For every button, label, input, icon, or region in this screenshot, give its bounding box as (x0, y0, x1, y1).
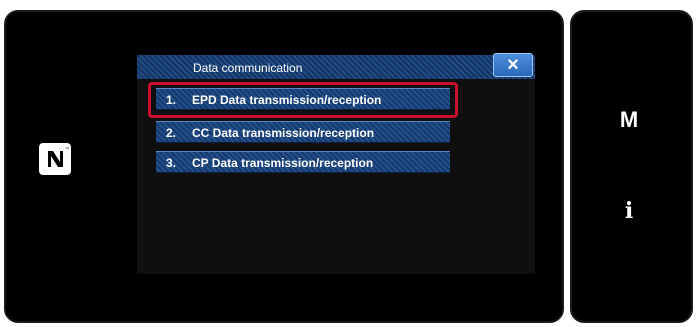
menu-item-cp[interactable]: 3. CP Data transmission/reception (156, 151, 450, 173)
svg-text:™: ™ (65, 146, 69, 151)
dialog-title-bar: Data communication (137, 55, 535, 79)
menu-item-number: 2. (166, 126, 177, 140)
close-button[interactable]: × (493, 53, 533, 77)
info-button[interactable]: i (620, 198, 638, 224)
dialog-title: Data communication (193, 61, 303, 75)
nfc-icon[interactable]: ™ (37, 141, 73, 177)
menu-item-number: 3. (166, 156, 177, 170)
mode-m-button[interactable]: M (615, 107, 643, 133)
menu-item-label: CP Data transmission/reception (192, 156, 374, 170)
menu-item-label: CC Data transmission/reception (192, 126, 375, 140)
selection-highlight (148, 82, 458, 118)
side-panel (570, 10, 693, 323)
menu-item-cc[interactable]: 2. CC Data transmission/reception (156, 121, 450, 143)
close-icon: × (507, 54, 519, 76)
